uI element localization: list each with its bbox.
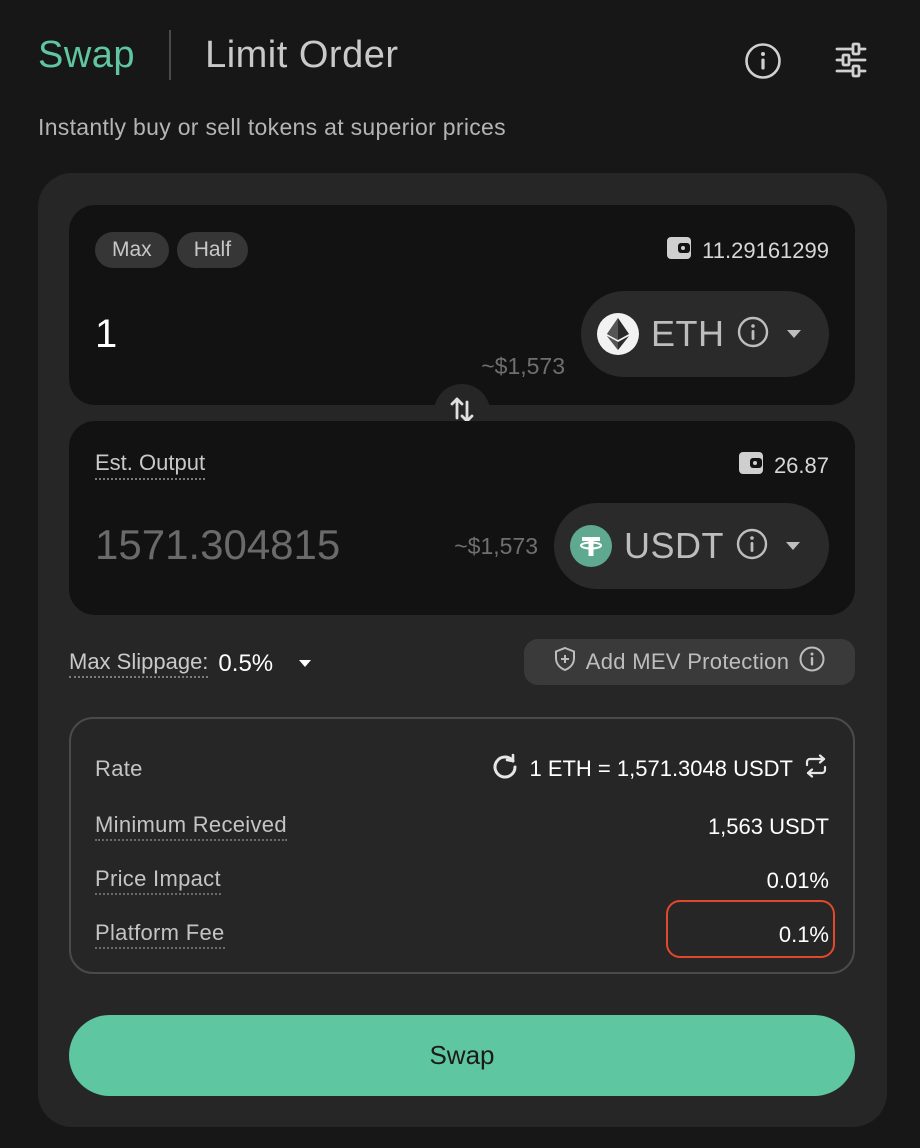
info-icon[interactable] bbox=[799, 646, 825, 678]
wallet-icon bbox=[738, 451, 764, 481]
input-balance: 11.29161299 bbox=[666, 236, 829, 266]
output-amount: 1571.304815 bbox=[95, 521, 341, 568]
input-usd-value: ~$1,573 bbox=[481, 353, 565, 379]
chevron-down-icon bbox=[786, 330, 801, 338]
input-balance-value: 11.29161299 bbox=[702, 238, 829, 263]
output-usd-value: ~$1,573 bbox=[454, 533, 538, 559]
info-icon[interactable] bbox=[744, 42, 782, 80]
platform-fee-label: Platform Fee bbox=[95, 920, 225, 949]
output-token-symbol: USDT bbox=[624, 525, 724, 566]
rate-row: Rate 1 ETH = 1,571.3048 USDT bbox=[95, 752, 829, 786]
amount-chips: Max Half bbox=[95, 232, 249, 268]
invert-rate-icon[interactable] bbox=[803, 754, 829, 784]
tab-divider bbox=[169, 30, 172, 80]
input-amount-field[interactable]: 1 bbox=[95, 312, 117, 357]
swap-page: Swap Limit Order Instantly buy or sell t… bbox=[0, 0, 920, 1148]
input-token-symbol: ETH bbox=[651, 313, 725, 354]
tab-limit-order[interactable]: Limit Order bbox=[205, 34, 398, 77]
chevron-down-icon bbox=[786, 542, 800, 550]
platform-fee-highlight bbox=[666, 900, 835, 958]
usdt-logo-icon bbox=[570, 525, 612, 567]
wallet-icon bbox=[666, 236, 692, 266]
rate-value-group: 1 ETH = 1,571.3048 USDT bbox=[491, 752, 829, 786]
token-info-icon[interactable] bbox=[737, 316, 769, 353]
swap-card: Max Half 11.29161299 1 ~$1,573 ETH Est. … bbox=[38, 173, 887, 1127]
output-panel: Est. Output 26.87 1571.304815 ~$1,573 US… bbox=[69, 421, 855, 615]
est-output-label: Est. Output bbox=[95, 450, 206, 480]
settings-sliders-icon[interactable] bbox=[834, 42, 868, 80]
rate-value: 1 ETH = 1,571.3048 USDT bbox=[529, 756, 793, 781]
input-panel: Max Half 11.29161299 1 ~$1,573 ETH bbox=[69, 205, 855, 405]
swap-details: Rate 1 ETH = 1,571.3048 USDT Minimum Rec… bbox=[69, 717, 855, 974]
output-token-selector[interactable]: USDT bbox=[554, 503, 829, 589]
chevron-down-icon bbox=[299, 660, 312, 667]
minimum-received-label: Minimum Received bbox=[95, 812, 287, 841]
output-balance: 26.87 bbox=[738, 451, 829, 481]
header-actions bbox=[744, 42, 868, 80]
token-info-icon[interactable] bbox=[736, 528, 768, 565]
add-mev-protection-button[interactable]: Add MEV Protection bbox=[524, 639, 855, 685]
price-impact-label: Price Impact bbox=[95, 866, 221, 895]
input-token-selector[interactable]: ETH bbox=[581, 291, 829, 377]
slippage-value: 0.5% bbox=[218, 649, 274, 677]
mev-label: Add MEV Protection bbox=[585, 649, 790, 674]
eth-logo-icon bbox=[597, 313, 639, 355]
output-balance-value: 26.87 bbox=[773, 453, 829, 478]
max-button[interactable]: Max bbox=[95, 232, 169, 268]
tab-swap[interactable]: Swap bbox=[38, 34, 135, 77]
slippage-label: Max Slippage: bbox=[69, 649, 209, 678]
rate-label: Rate bbox=[95, 756, 143, 781]
swap-button[interactable]: Swap bbox=[69, 1015, 855, 1096]
half-button[interactable]: Half bbox=[176, 232, 249, 268]
price-impact-row: Price Impact 0.01% bbox=[95, 866, 829, 895]
shield-icon bbox=[554, 646, 576, 678]
slippage-selector[interactable]: Max Slippage: 0.5% bbox=[69, 649, 312, 678]
mode-tabs: Swap Limit Order bbox=[38, 30, 398, 80]
page-subtitle: Instantly buy or sell tokens at superior… bbox=[38, 114, 506, 140]
refresh-icon[interactable] bbox=[491, 752, 519, 786]
minimum-received-value: 1,563 USDT bbox=[707, 813, 829, 839]
minimum-received-row: Minimum Received 1,563 USDT bbox=[95, 812, 829, 841]
price-impact-value: 0.01% bbox=[766, 867, 829, 893]
